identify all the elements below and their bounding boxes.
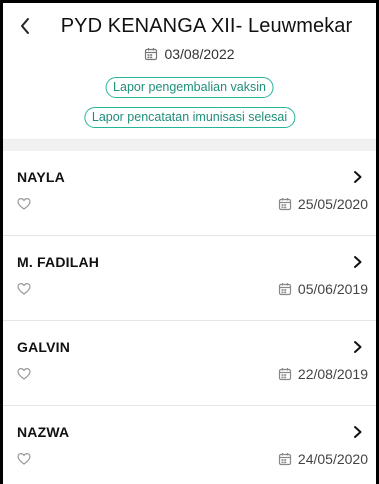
birth-date-text: 05/06/2019 <box>297 281 368 297</box>
child-list: NAYLA 25/05/2020 M. FADILAH 05/06/2019 G… <box>3 151 376 484</box>
report-vaccine-return-button[interactable]: Lapor pengembalian vaksin <box>105 77 274 98</box>
chevron-right-icon <box>354 341 362 353</box>
session-date: 03/08/2022 <box>3 46 376 62</box>
app-screen: PYD KENANGA XII- Leuwmekar 03/08/2022 La… <box>0 0 379 484</box>
child-name: NAZWA <box>17 424 70 440</box>
list-item[interactable]: NAZWA 24/05/2020 <box>3 406 376 484</box>
heart-icon <box>17 452 31 465</box>
birth-date-text: 25/05/2020 <box>297 196 368 212</box>
heart-icon <box>17 197 31 210</box>
list-item[interactable]: M. FADILAH 05/06/2019 <box>3 236 376 321</box>
calendar-icon <box>278 453 292 466</box>
birth-date: 05/06/2019 <box>278 281 368 297</box>
child-name: GALVIN <box>17 339 71 355</box>
child-name: NAYLA <box>17 169 65 185</box>
calendar-icon <box>278 368 292 381</box>
heart-icon <box>17 282 31 295</box>
back-button[interactable] <box>15 15 35 37</box>
list-item[interactable]: NAYLA 25/05/2020 <box>3 151 376 236</box>
calendar-icon <box>145 48 158 61</box>
birth-date: 24/05/2020 <box>278 451 368 467</box>
session-date-text: 03/08/2022 <box>164 46 235 62</box>
heart-icon <box>17 367 31 380</box>
chevron-right-icon <box>354 426 362 438</box>
birth-date: 25/05/2020 <box>278 196 368 212</box>
birth-date: 22/08/2019 <box>278 366 368 382</box>
birth-date-text: 22/08/2019 <box>297 366 368 382</box>
calendar-icon <box>278 198 292 211</box>
calendar-icon <box>278 283 292 296</box>
chevron-right-icon <box>354 256 362 268</box>
birth-date-text: 24/05/2020 <box>297 451 368 467</box>
child-name: M. FADILAH <box>17 254 100 270</box>
chevron-left-icon <box>21 18 29 34</box>
page-title: PYD KENANGA XII- Leuwmekar <box>60 15 353 37</box>
chevron-right-icon <box>354 171 362 183</box>
list-item[interactable]: GALVIN 22/08/2019 <box>3 321 376 406</box>
report-immunization-complete-button[interactable]: Lapor pencatatan imunisasi selesai <box>83 107 296 128</box>
header: PYD KENANGA XII- Leuwmekar 03/08/2022 La… <box>3 3 376 140</box>
